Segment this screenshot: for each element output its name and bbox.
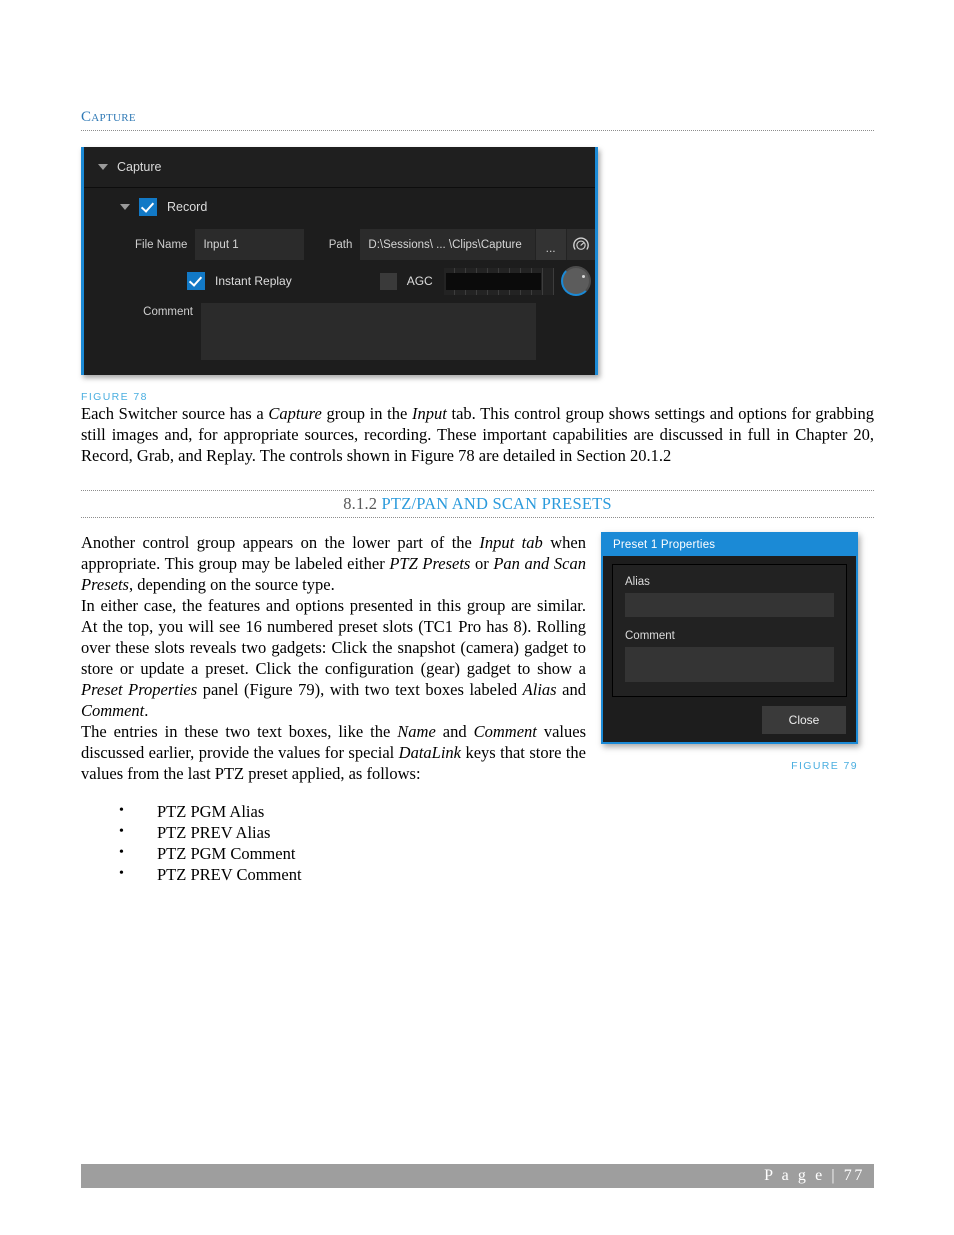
dialog-body: Alias Comment (603, 556, 856, 697)
dialog-title-bar: Preset 1 Properties (603, 534, 856, 556)
section-rule-bottom (81, 517, 874, 518)
file-name-label: File Name (135, 238, 188, 251)
instant-replay-agc-row: Instant Replay AGC (84, 263, 595, 299)
figure-78-image: Capture Record File Name Input 1 Path D:… (81, 147, 598, 375)
close-button[interactable]: Close (762, 705, 846, 734)
list-item: PTZ PREV Alias (119, 821, 586, 843)
document-page: Capture Capture Record File Name Input 1… (0, 0, 954, 1235)
page-content: Capture Capture Record File Name Input 1… (81, 110, 874, 885)
capture-group-header[interactable]: Capture (84, 147, 595, 188)
section-title: PTZ/Pan and Scan Presets (381, 494, 612, 513)
intro-paragraph: Each Switcher source has a Capture group… (81, 403, 874, 466)
paragraph-3: The entries in these two text boxes, lik… (81, 721, 586, 784)
instant-replay-label: Instant Replay (215, 274, 292, 288)
instant-replay-checkbox[interactable] (187, 272, 205, 290)
alias-input[interactable] (625, 593, 834, 617)
figure-79-image: Preset 1 Properties Alias Comment Close … (601, 532, 858, 772)
path-input[interactable]: D:\Sessions\ ... \Clips\Capture (360, 229, 535, 260)
paragraph-1: Another control group appears on the low… (81, 532, 586, 595)
section-heading-block: 8.1.2 PTZ/Pan and Scan Presets (81, 490, 874, 518)
page-number: P a g e | 77 (764, 1167, 865, 1184)
browse-button[interactable]: ... (534, 229, 566, 260)
p2-run-3: and (556, 680, 586, 699)
section-number: 8.1.2 (343, 494, 378, 513)
alias-label: Alias (625, 576, 650, 588)
record-label: Record (167, 200, 208, 214)
comment-label: Comment (143, 306, 193, 318)
audio-level-meter (443, 267, 554, 295)
dialog-comment-input[interactable] (625, 647, 834, 682)
p3-run-1: The entries in these two text boxes, lik… (81, 722, 398, 741)
record-collapse-triangle-icon[interactable] (120, 204, 130, 210)
p2-em-1: Preset Properties (81, 680, 198, 699)
p1-em-1: Input tab (479, 533, 543, 552)
paragraph-2: In either case, the features and options… (81, 595, 586, 721)
capture-group-label: Capture (117, 160, 162, 174)
capture-panel: Capture Record File Name Input 1 Path D:… (81, 147, 598, 375)
dialog-comment-label: Comment (625, 630, 675, 642)
p3-em-1: Name (397, 722, 436, 741)
intro-em-2: Input (411, 404, 447, 423)
record-row: Record (84, 188, 595, 226)
file-name-input[interactable]: Input 1 (195, 229, 304, 260)
agc-checkbox[interactable] (379, 272, 397, 290)
p2-em-3: Comment (81, 701, 145, 720)
dialog-fields-panel: Alias Comment (612, 564, 847, 697)
datalink-key-list: PTZ PGM Alias PTZ PREV Alias PTZ PGM Com… (81, 800, 586, 885)
p2-run-2: panel (Figure 79), with two text boxes l… (197, 680, 523, 699)
figure-79-caption: FIGURE 79 (791, 760, 858, 772)
left-text-column: Another control group appears on the low… (81, 532, 586, 885)
intro-run-2: group in the (321, 404, 412, 423)
p3-em-2: Comment (473, 722, 537, 741)
p3-run-2: and (435, 722, 474, 741)
running-head: Capture (81, 109, 136, 125)
list-item: PTZ PGM Alias (119, 800, 586, 822)
section-heading: 8.1.2 PTZ/Pan and Scan Presets (81, 491, 874, 517)
comment-input[interactable] (201, 303, 536, 360)
collapse-triangle-icon[interactable] (98, 164, 108, 170)
dialog-footer: Close (603, 697, 856, 742)
body-columns: Another control group appears on the low… (81, 532, 874, 885)
p1-run-1: Another control group appears on the low… (81, 533, 480, 552)
list-item: PTZ PGM Comment (119, 842, 586, 864)
intro-em-1: Capture (268, 404, 322, 423)
p2-em-2: Alias (522, 680, 557, 699)
p3-em-3: DataLink (398, 743, 462, 762)
gain-knob[interactable] (560, 266, 591, 296)
preset-properties-dialog: Preset 1 Properties Alias Comment Close (601, 532, 858, 744)
intro-run-1: Each Switcher source has a (81, 404, 269, 423)
p2-run-4: . (144, 701, 149, 720)
p2-run-1: In either case, the features and options… (81, 596, 586, 678)
file-path-row: File Name Input 1 Path D:\Sessions\ ... … (84, 226, 595, 263)
list-item: PTZ PREV Comment (119, 863, 586, 885)
agc-label: AGC (406, 274, 433, 288)
path-label: Path (328, 238, 353, 251)
gauge-icon[interactable] (565, 229, 595, 260)
running-head-rule (81, 130, 874, 131)
p1-run-4: , depending on the source type. (128, 575, 335, 594)
page-footer: P a g e | 77 (81, 1164, 874, 1188)
figure-78-caption: FIGURE 78 (81, 391, 148, 403)
p1-em-2: PTZ Presets (389, 554, 471, 573)
record-checkbox[interactable] (139, 198, 157, 216)
meter-bar (445, 272, 541, 290)
p1-run-3: or (470, 554, 494, 573)
comment-row: Comment (84, 303, 595, 360)
